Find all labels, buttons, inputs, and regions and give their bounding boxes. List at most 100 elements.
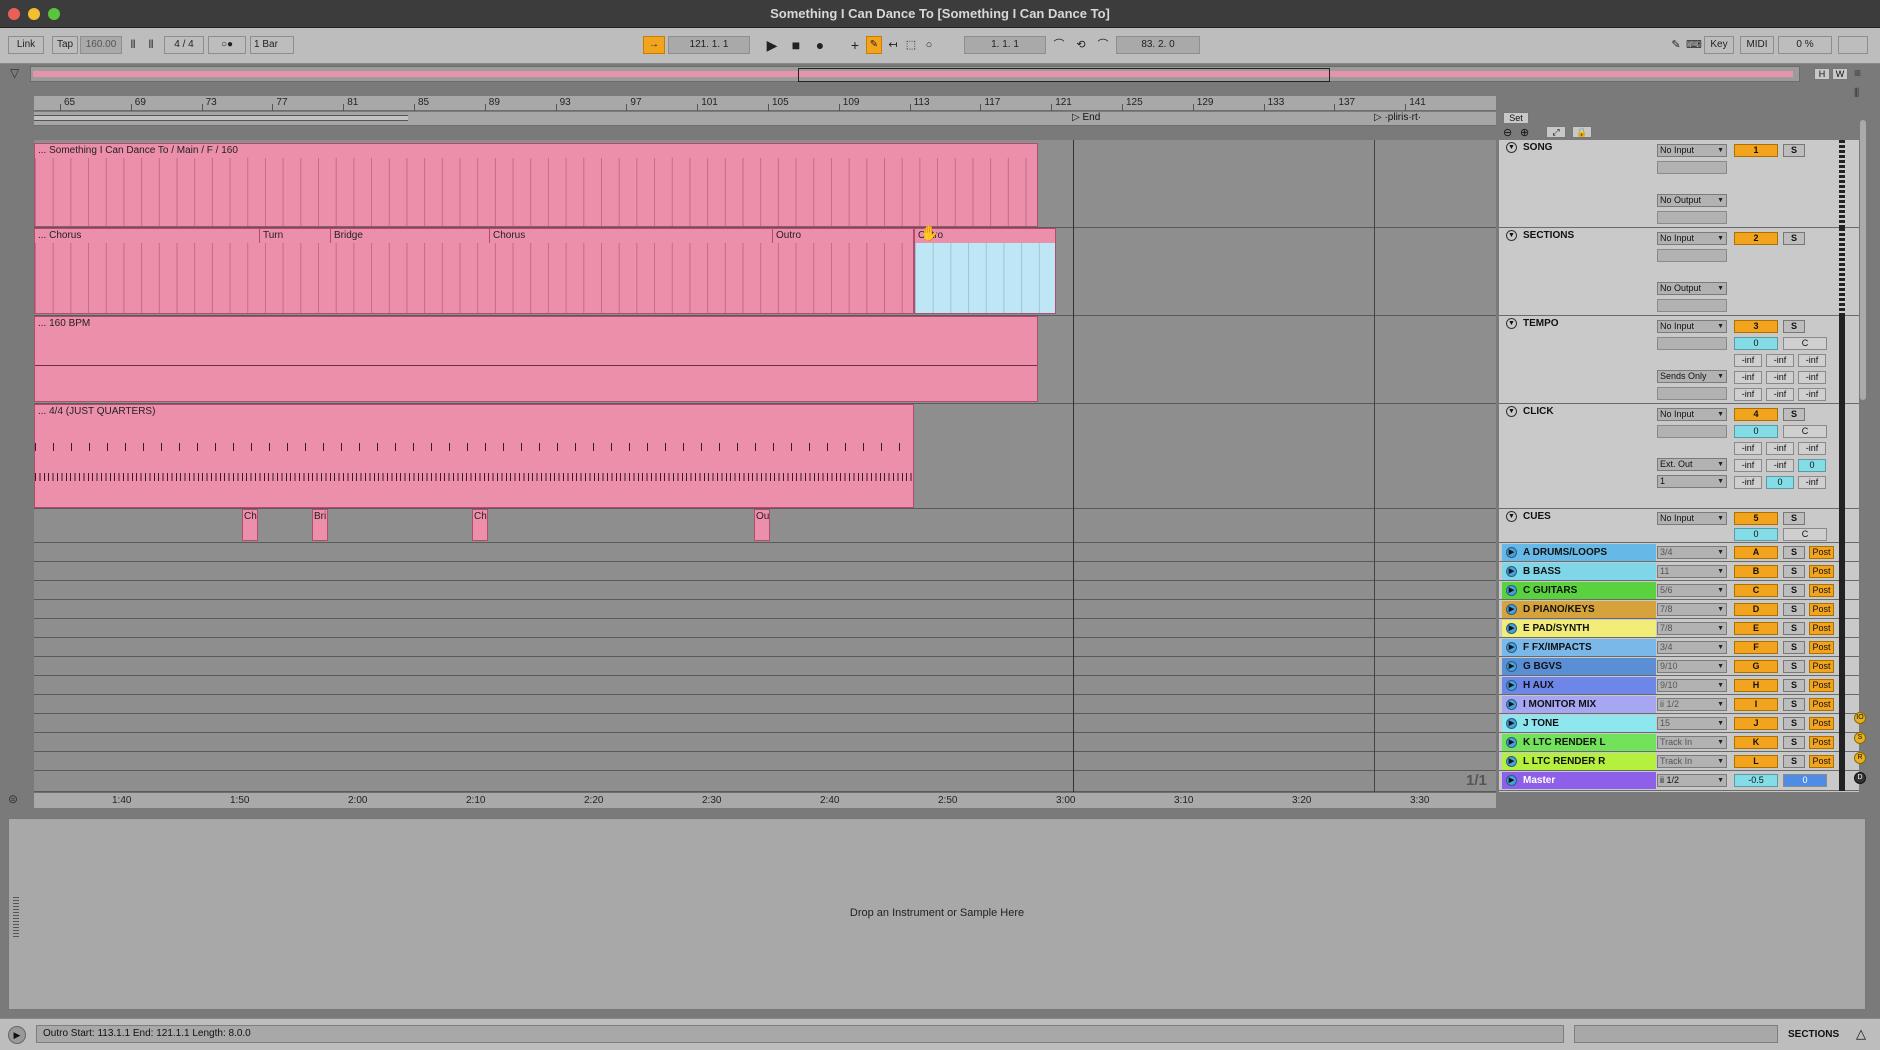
group-fold-icon[interactable]: ▶ [1506, 642, 1517, 653]
next-locator-icon[interactable]: ⊕ [1520, 126, 1529, 139]
mixer-toggle-small-icon[interactable]: D [1854, 772, 1866, 784]
solo-button[interactable]: S [1783, 512, 1805, 525]
group-fold-icon[interactable]: ▶ [1506, 737, 1517, 748]
group-output-dropdown[interactable]: 7/8 [1657, 622, 1727, 635]
stop-icon[interactable]: ■ [788, 36, 804, 54]
sections-clip[interactable]: ... Chorus Turn Bridge Chorus Outro [34, 228, 914, 314]
group-output-dropdown[interactable]: 5/6 [1657, 584, 1727, 597]
group-post-button[interactable]: Post [1809, 546, 1834, 559]
group-output-dropdown[interactable]: 3/4 [1657, 546, 1727, 559]
fold-icon[interactable]: ▶ [1506, 775, 1517, 786]
group-solo-button[interactable]: S [1783, 755, 1805, 768]
output-channel-dropdown[interactable] [1657, 211, 1727, 224]
group-solo-button[interactable]: S [1783, 641, 1805, 654]
group-lane[interactable] [34, 600, 1496, 619]
group-post-button[interactable]: Post [1809, 565, 1834, 578]
group-track-name[interactable]: ▶ A DRUMS/LOOPS [1502, 544, 1656, 561]
click-clip[interactable]: ... 4/4 (JUST QUARTERS) [34, 404, 914, 508]
tempo-nudge-down-icon[interactable]: ⦀ [126, 36, 140, 54]
track-name-master[interactable]: ▶ Master [1502, 772, 1656, 789]
fold-icon[interactable]: ▼ [1506, 142, 1517, 153]
group-lane[interactable] [34, 752, 1496, 771]
group-lane[interactable] [34, 543, 1496, 562]
track-header-cues[interactable]: ▼ CUES No Input 5 S 0 C [1499, 509, 1859, 543]
group-track-name[interactable]: ▶ K LTC RENDER L [1502, 734, 1656, 751]
send-field[interactable]: -inf [1798, 371, 1826, 384]
group-activator[interactable]: C [1734, 584, 1778, 597]
detail-view-toggle-icon[interactable]: △ [1852, 1026, 1870, 1044]
send-field[interactable]: -inf [1798, 442, 1826, 455]
solo-button[interactable]: S [1783, 232, 1805, 245]
group-output-dropdown[interactable]: 11 [1657, 565, 1727, 578]
track-header-master[interactable]: ▶ Master ii 1/2 -0.5 0 [1499, 771, 1859, 791]
track-name-tempo[interactable]: ▼ TEMPO [1502, 316, 1656, 403]
computer-keyboard-icon[interactable]: ⌨ [1686, 36, 1702, 54]
loop-brace[interactable] [34, 115, 408, 121]
overdub-icon[interactable]: + [848, 36, 862, 54]
group-output-dropdown[interactable]: 15 [1657, 717, 1727, 730]
group-lane[interactable] [34, 657, 1496, 676]
input-channel-dropdown[interactable] [1657, 161, 1727, 174]
group-fold-icon[interactable]: ▶ [1506, 547, 1517, 558]
cue-clip[interactable]: Bri [312, 509, 328, 541]
quantize-dropdown[interactable]: 1 Bar [250, 36, 294, 54]
loop-switch-icon[interactable]: ⟲ [1072, 36, 1090, 54]
group-lane[interactable] [34, 676, 1496, 695]
group-output-dropdown[interactable]: Track In [1657, 755, 1727, 768]
punch-out-icon[interactable]: ⌒ [1094, 36, 1112, 54]
pan-field[interactable]: C [1783, 425, 1827, 438]
group-track-header[interactable]: ▶C GUITARS5/6 CS Post [1499, 581, 1859, 600]
group-post-button[interactable]: Post [1809, 641, 1834, 654]
vertical-scrollbar[interactable] [1860, 120, 1866, 400]
group-activator[interactable]: B [1734, 565, 1778, 578]
detail-view[interactable]: Drop an Instrument or Sample Here [8, 818, 1866, 1010]
group-track-header[interactable]: ▶F FX/IMPACTS3/4 FS Post [1499, 638, 1859, 657]
group-solo-button[interactable]: S [1783, 603, 1805, 616]
send-field[interactable]: -inf [1766, 371, 1794, 384]
group-fold-icon[interactable]: ▶ [1506, 699, 1517, 710]
section-label-chorus-1[interactable]: ... Chorus [35, 229, 81, 243]
group-track-name[interactable]: ▶ D PIANO/KEYS [1502, 601, 1656, 618]
group-lane[interactable] [34, 695, 1496, 714]
group-track-header[interactable]: ▶D PIANO/KEYS7/8 DS Post [1499, 600, 1859, 619]
group-lane[interactable] [34, 733, 1496, 752]
session-record-icon[interactable]: ○ [922, 36, 936, 54]
cue-clip[interactable]: Ch [472, 509, 488, 541]
send-field[interactable]: -inf [1734, 459, 1762, 472]
cues-lane[interactable]: Ch Bri Ch Ou [34, 509, 1496, 543]
track-header-click[interactable]: ▼ CLICK No Input Ext. Out 1 4 S 0 C -inf… [1499, 404, 1859, 509]
group-output-dropdown[interactable]: 9/10 [1657, 660, 1727, 673]
input-type-dropdown[interactable]: No Input [1657, 320, 1727, 333]
group-activator[interactable]: K [1734, 736, 1778, 749]
beat-time-ruler[interactable]: 65 69 73 77 81 85 89 93 97 101 105 109 113 117 121 125 1… [34, 96, 1496, 111]
click-lane[interactable]: ... 4/4 (JUST QUARTERS) [34, 404, 1496, 509]
send-field[interactable]: -inf [1734, 442, 1762, 455]
send-field[interactable]: -inf [1766, 442, 1794, 455]
capture-icon[interactable]: ⬚ [904, 36, 918, 54]
tempo-clip[interactable]: ... 160 BPM [34, 316, 1038, 402]
volume-field[interactable]: 0 [1734, 337, 1778, 350]
group-track-name[interactable]: ▶ H AUX [1502, 677, 1656, 694]
send-field[interactable]: -inf [1734, 371, 1762, 384]
group-track-name[interactable]: ▶ J TONE [1502, 715, 1656, 732]
arrangement-view[interactable]: ... Something I Can Dance To / Main / F … [34, 140, 1496, 792]
cue-clip[interactable]: Ou [754, 509, 770, 541]
returns-toggle-icon[interactable]: R [1854, 752, 1866, 764]
group-track-header[interactable]: ▶J TONE15 JS Post [1499, 714, 1859, 733]
group-solo-button[interactable]: S [1783, 736, 1805, 749]
fold-icon[interactable]: ▼ [1506, 511, 1517, 522]
cue-clip[interactable]: Ch [242, 509, 258, 541]
play-icon[interactable]: ▶ [764, 36, 780, 54]
sends-toggle-icon[interactable]: S [1854, 732, 1866, 744]
input-type-dropdown[interactable]: No Input [1657, 144, 1727, 157]
group-activator[interactable]: E [1734, 622, 1778, 635]
automation-arm-icon[interactable]: ✎ [866, 36, 882, 54]
group-post-button[interactable]: Post [1809, 584, 1834, 597]
info-view-toggle-icon[interactable]: ▶ [8, 1026, 26, 1044]
group-output-dropdown[interactable]: ii 1/2 [1657, 698, 1727, 711]
locator-strip[interactable]: ▷ End ▷ ·pliris·rt· [34, 112, 1496, 126]
track-activator[interactable]: 4 [1734, 408, 1778, 421]
track-name-sections[interactable]: ▼ SECTIONS [1502, 228, 1656, 315]
group-track-header[interactable]: ▶L LTC RENDER RTrack In LS Post [1499, 752, 1859, 771]
send-field[interactable]: -inf [1734, 388, 1762, 401]
